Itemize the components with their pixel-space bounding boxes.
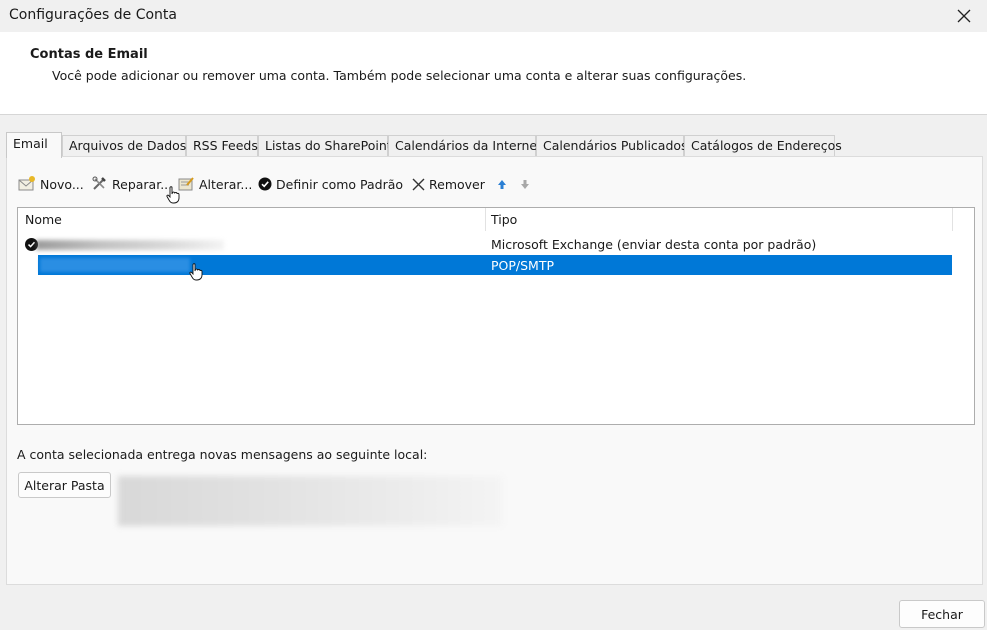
close-button[interactable]: Fechar: [899, 600, 985, 628]
close-window-button[interactable]: [941, 0, 987, 32]
section-title: Contas de Email: [30, 47, 148, 62]
hand-cursor-icon: [189, 263, 203, 281]
column-header-type[interactable]: Tipo: [491, 212, 517, 227]
change-account-label: Alterar...: [199, 176, 253, 192]
account-name-redacted: [36, 240, 224, 250]
remove-account-label: Remover: [429, 176, 485, 192]
section-description: Você pode adicionar ou remover uma conta…: [52, 68, 747, 83]
account-type: POP/SMTP: [491, 258, 555, 273]
repair-account-button[interactable]: Reparar...: [91, 173, 172, 195]
arrow-up-icon: [498, 179, 506, 189]
delivery-folder-redacted: [118, 476, 502, 526]
check-circle-icon: [258, 177, 272, 191]
account-row[interactable]: Microsoft Exchange (enviar desta conta p…: [18, 234, 953, 254]
delivery-location-label: A conta selecionada entrega novas mensag…: [17, 447, 428, 462]
account-list: Nome Tipo Microsoft Exchange (enviar des…: [17, 207, 975, 425]
tab-email[interactable]: Email: [6, 132, 62, 158]
tab-published-calendars[interactable]: Calendários Publicados: [536, 135, 688, 156]
new-mail-icon: [18, 176, 35, 191]
account-type: Microsoft Exchange (enviar desta conta p…: [491, 237, 817, 252]
new-account-button[interactable]: Novo...: [18, 173, 84, 195]
tab-rss-feeds[interactable]: RSS Feeds: [186, 135, 258, 156]
window-title: Configurações de Conta: [9, 7, 177, 23]
column-divider[interactable]: [485, 208, 486, 231]
account-row-selected[interactable]: POP/SMTP: [18, 255, 953, 275]
title-bar: Configurações de Conta: [0, 0, 987, 32]
set-default-button[interactable]: Definir como Padrão: [258, 173, 403, 195]
header-panel: Contas de Email Você pode adicionar ou r…: [0, 32, 987, 115]
new-account-label: Novo...: [40, 176, 84, 192]
repair-account-label: Reparar...: [112, 176, 173, 192]
account-name-redacted: [40, 258, 190, 272]
column-divider[interactable]: [952, 208, 953, 231]
tab-internet-calendars[interactable]: Calendários da Internet: [388, 135, 542, 156]
hand-cursor-icon: [166, 186, 180, 204]
change-folder-button[interactable]: Alterar Pasta: [18, 472, 111, 498]
set-default-label: Definir como Padrão: [276, 176, 404, 192]
tab-address-books[interactable]: Catálogos de Endereços: [684, 135, 842, 156]
list-header: Nome Tipo: [18, 208, 974, 231]
tools-icon: [92, 176, 106, 190]
move-down-button[interactable]: [520, 173, 530, 195]
change-account-button[interactable]: Alterar...: [178, 173, 252, 195]
change-settings-icon: [178, 177, 194, 191]
remove-x-icon: [412, 178, 425, 190]
remove-account-button[interactable]: Remover: [412, 173, 485, 195]
close-icon: [957, 9, 971, 23]
tab-data-files[interactable]: Arquivos de Dados: [62, 135, 186, 156]
tab-sharepoint-lists[interactable]: Listas do SharePoint: [258, 135, 392, 156]
column-header-name[interactable]: Nome: [25, 212, 62, 227]
move-up-button[interactable]: [497, 173, 507, 195]
arrow-down-icon: [521, 179, 529, 189]
